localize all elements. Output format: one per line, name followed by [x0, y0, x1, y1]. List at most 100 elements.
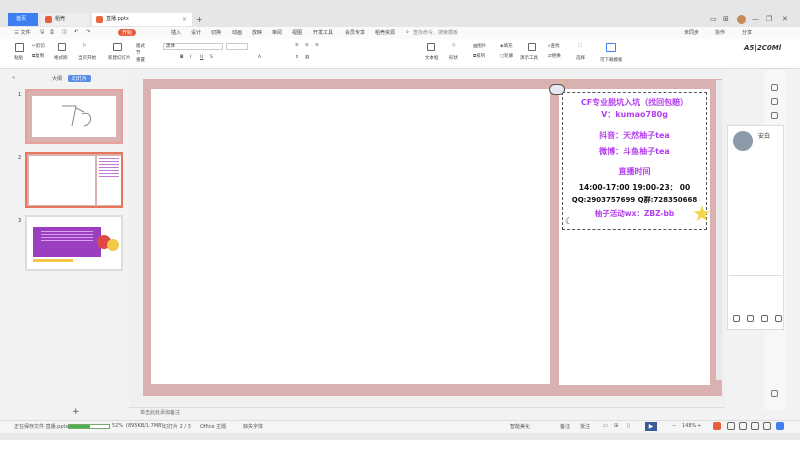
- user-avatar[interactable]: [737, 15, 746, 24]
- menu-member[interactable]: 会员专享: [345, 29, 365, 36]
- close-window-icon[interactable]: ✕: [782, 15, 788, 23]
- menu-file[interactable]: 三 文件: [14, 29, 31, 36]
- emoji-icon[interactable]: [733, 315, 740, 322]
- quick-preview-icon[interactable]: ◫: [62, 29, 67, 35]
- tray-icon-3[interactable]: [751, 422, 759, 430]
- smart-beautify-button[interactable]: 智能美化: [510, 423, 530, 430]
- grid-icon[interactable]: ⊞: [723, 15, 729, 23]
- align-right-icon[interactable]: ≡: [315, 43, 319, 48]
- font-size-select[interactable]: [226, 43, 248, 50]
- underline-button[interactable]: U: [200, 55, 203, 60]
- normal-view-icon[interactable]: ▭: [603, 423, 608, 429]
- new-tab-button[interactable]: +: [196, 13, 203, 26]
- tray-icon-4[interactable]: [763, 422, 771, 430]
- menu-animations[interactable]: 动画: [232, 29, 242, 36]
- select-button[interactable]: 选择: [576, 55, 585, 61]
- replace-button[interactable]: ⇄替换: [548, 53, 561, 59]
- tab-home[interactable]: 首页: [8, 13, 38, 26]
- settings-icon[interactable]: [771, 112, 778, 119]
- slide-thumbnail-2[interactable]: [25, 152, 123, 208]
- reading-view-icon[interactable]: ▯: [627, 423, 630, 429]
- comment-toggle[interactable]: 批注: [580, 423, 590, 430]
- sync-status[interactable]: 未同步: [684, 29, 699, 36]
- vertical-scrollbar[interactable]: [716, 80, 722, 380]
- from-current-slide-button[interactable]: 当页开始: [78, 55, 96, 61]
- properties-icon[interactable]: [771, 84, 778, 91]
- tab-slides[interactable]: 幻灯片: [68, 75, 92, 82]
- menu-view[interactable]: 视图: [292, 29, 302, 36]
- cut-button[interactable]: ✂剪切: [32, 43, 45, 49]
- notes-toggle[interactable]: 备注: [560, 423, 570, 430]
- align-center-icon[interactable]: ≡: [305, 43, 309, 48]
- zoom-out-button[interactable]: −: [672, 423, 676, 429]
- paste-button[interactable]: 粘贴: [14, 55, 23, 61]
- strikethrough-button[interactable]: S: [210, 55, 213, 60]
- tray-icon-5[interactable]: [776, 422, 784, 430]
- slide-thumbnail-1[interactable]: [25, 89, 123, 144]
- undo-icon[interactable]: ↶: [74, 29, 78, 35]
- menu-review[interactable]: 审阅: [272, 29, 282, 36]
- tray-icon-2[interactable]: [739, 422, 747, 430]
- quick-save-icon[interactable]: 🖫: [40, 29, 44, 37]
- line-spacing-icon[interactable]: ⇕: [295, 55, 299, 60]
- tray-icon-1[interactable]: [727, 422, 735, 430]
- image-icon[interactable]: [761, 315, 768, 322]
- share-button[interactable]: 分享: [742, 29, 752, 36]
- restore-icon[interactable]: ❐: [766, 15, 772, 23]
- menu-home[interactable]: 开始: [118, 29, 137, 36]
- outline-button[interactable]: ▢轮廓: [500, 53, 513, 59]
- missing-font-button[interactable]: 缺失字体: [243, 423, 263, 430]
- slideshow-play-button[interactable]: ▶: [645, 422, 657, 431]
- close-tab-icon[interactable]: ×: [182, 13, 187, 26]
- collapse-panel-icon[interactable]: «: [12, 75, 15, 81]
- italic-button[interactable]: I: [190, 55, 191, 60]
- history-icon[interactable]: [775, 315, 782, 322]
- menu-docer[interactable]: 稻壳资源: [375, 29, 395, 36]
- notes-bar[interactable]: [129, 407, 725, 416]
- redo-icon[interactable]: ↷: [86, 29, 90, 35]
- chat-avatar[interactable]: [733, 131, 753, 151]
- zoom-in-button[interactable]: +: [697, 423, 701, 429]
- presentation-tools-button[interactable]: 演示工具: [520, 55, 538, 61]
- collab-button[interactable]: 协作: [715, 29, 725, 36]
- ime-icon[interactable]: [713, 422, 721, 430]
- layout-button[interactable]: 版式: [136, 43, 145, 49]
- menu-design[interactable]: 设计: [191, 29, 201, 36]
- menu-slideshow[interactable]: 放映: [252, 29, 262, 36]
- notes-placeholder[interactable]: 单击此处添加备注: [140, 409, 180, 416]
- find-button[interactable]: ⌕查找: [548, 43, 560, 49]
- arrange-button[interactable]: ⧉排列: [473, 53, 485, 59]
- menu-transitions[interactable]: 切换: [211, 29, 221, 36]
- tab-outline[interactable]: 大纲: [52, 75, 62, 82]
- scissors-icon[interactable]: [747, 315, 754, 322]
- chat-panel[interactable]: [727, 125, 784, 330]
- slide-thumbnail-3[interactable]: [25, 215, 123, 271]
- command-search[interactable]: 查找命令、搜索模板: [413, 29, 458, 36]
- bold-button[interactable]: B: [180, 55, 183, 60]
- animation-icon[interactable]: [771, 98, 778, 105]
- font-name-select[interactable]: 黑体: [163, 43, 223, 50]
- fill-button[interactable]: ◈填充: [500, 43, 512, 49]
- shape-button[interactable]: 形状: [449, 55, 458, 61]
- tab-templates[interactable]: 稻壳: [41, 13, 89, 26]
- download-template-button[interactable]: 可下载模板: [600, 57, 623, 63]
- video-placeholder-box[interactable]: [151, 89, 550, 384]
- picture-button[interactable]: ▨图片: [473, 43, 486, 49]
- tab-document[interactable]: 直播.pptx ×: [92, 13, 192, 26]
- align-left-icon[interactable]: ≡: [295, 43, 299, 48]
- font-color-button[interactable]: A: [258, 55, 261, 60]
- sorter-view-icon[interactable]: ⊞: [614, 423, 618, 429]
- more-icon[interactable]: [771, 390, 778, 397]
- quick-print-icon[interactable]: ⎙: [50, 29, 54, 35]
- text-box-button[interactable]: 文本框: [425, 55, 439, 61]
- columns-icon[interactable]: ▥: [305, 55, 309, 60]
- format-painter-button[interactable]: 格式刷: [54, 55, 68, 61]
- add-slide-button[interactable]: +: [72, 407, 80, 417]
- minimize-icon[interactable]: —: [752, 15, 759, 23]
- new-slide-button[interactable]: 新建幻灯片: [108, 55, 131, 61]
- reset-button[interactable]: 重置: [136, 57, 145, 63]
- menu-insert[interactable]: 插入: [171, 29, 181, 36]
- window-layout-icon[interactable]: ▭: [710, 15, 717, 23]
- section-button[interactable]: 节: [136, 50, 141, 56]
- zoom-level[interactable]: 148%: [682, 423, 696, 429]
